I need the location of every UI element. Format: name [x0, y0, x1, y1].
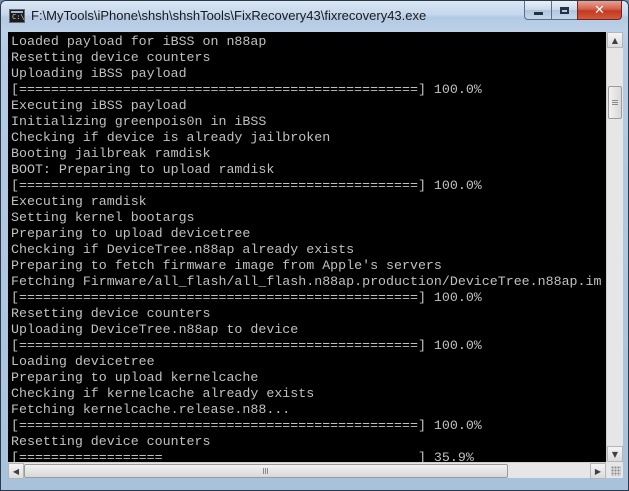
console-line: Resetting device counters: [11, 50, 211, 65]
console-line: Resetting device counters: [11, 434, 211, 449]
console-output[interactable]: Loaded payload for iBSS on n88ap Resettin…: [8, 32, 606, 478]
minimize-button[interactable]: [524, 1, 551, 20]
close-button[interactable]: ✕: [577, 1, 622, 20]
console-line: Loading devicetree: [11, 354, 155, 369]
scroll-up-button[interactable]: ▲: [607, 32, 623, 48]
console-line: [=======================================…: [11, 82, 482, 97]
window-bottom-border: [1, 478, 628, 490]
arrow-down-icon: ▼: [611, 449, 619, 459]
arrow-right-icon: ▶: [594, 466, 602, 476]
window-title: F:\MyTools\iPhone\shsh\shshTools\FixReco…: [31, 8, 427, 23]
console-line: Preparing to upload kernelcache: [11, 370, 259, 385]
minimize-icon: [533, 11, 543, 15]
thumb-grip: [267, 468, 268, 474]
console-window: C:\ F:\MyTools\iPhone\shsh\shshTools\Fix…: [0, 0, 629, 491]
console-line: Preparing to upload devicetree: [11, 226, 251, 241]
scroll-right-button[interactable]: ▶: [590, 463, 606, 479]
console-line: Checking if DeviceTree.n88ap already exi…: [11, 242, 355, 257]
vertical-scrollbar[interactable]: ▲ ▼: [606, 32, 623, 478]
title-bar[interactable]: C:\ F:\MyTools\iPhone\shsh\shshTools\Fix…: [1, 1, 628, 31]
console-line: Uploading iBSS payload: [11, 66, 187, 81]
console-line: Preparing to fetch firmware image from A…: [11, 258, 442, 273]
console-line: Booting jailbreak ramdisk: [11, 146, 211, 161]
arrow-up-icon: ▲: [611, 35, 619, 45]
console-line: Loaded payload for iBSS on n88ap: [11, 34, 267, 49]
close-icon: ✕: [594, 2, 605, 18]
console-line: Executing ramdisk: [11, 194, 147, 209]
scroll-left-button[interactable]: ◀: [8, 463, 24, 479]
console-line: Resetting device counters: [11, 306, 211, 321]
console-line: [=======================================…: [11, 418, 482, 433]
horizontal-scroll-thumb[interactable]: [24, 464, 508, 478]
console-line: Fetching kernelcache.release.n88...: [11, 402, 291, 417]
console-line: Checking if kernelcache already exists: [11, 386, 315, 401]
arrow-left-icon: ◀: [12, 466, 20, 476]
thumb-grip: [265, 468, 266, 474]
console-app-icon[interactable]: C:\: [9, 9, 25, 23]
console-lines: Loaded payload for iBSS on n88ap Resettin…: [8, 32, 606, 466]
horizontal-scrollbar[interactable]: ◀ ▶: [8, 462, 606, 479]
console-line: Executing iBSS payload: [11, 98, 187, 113]
console-line: Fetching Firmware/all_flash/all_flash.n8…: [11, 274, 602, 289]
console-line: [=======================================…: [11, 290, 482, 305]
resize-grip-icon[interactable]: [611, 466, 621, 476]
console-line: Setting kernel bootargs: [11, 210, 195, 225]
vertical-scroll-thumb[interactable]: [608, 86, 622, 119]
console-app-icon-prompt: C:\: [12, 13, 25, 21]
scrollbar-corner[interactable]: [606, 462, 623, 478]
console-line: Checking if device is already jailbroken: [11, 130, 331, 145]
thumb-grip: [612, 102, 618, 103]
thumb-grip: [263, 468, 264, 474]
thumb-grip: [612, 104, 618, 105]
console-line: [=======================================…: [11, 178, 482, 193]
maximize-icon: [560, 6, 569, 14]
console-line: Initializing greenpois0n in iBSS: [11, 114, 267, 129]
console-line: Uploading DeviceTree.n88ap to device: [11, 322, 299, 337]
maximize-button[interactable]: [551, 1, 577, 20]
caption-buttons: ✕: [524, 1, 622, 21]
console-line: BOOT: Preparing to upload ramdisk: [11, 162, 275, 177]
thumb-grip: [612, 100, 618, 101]
console-line: [=======================================…: [11, 338, 482, 353]
scroll-down-button[interactable]: ▼: [607, 446, 623, 462]
